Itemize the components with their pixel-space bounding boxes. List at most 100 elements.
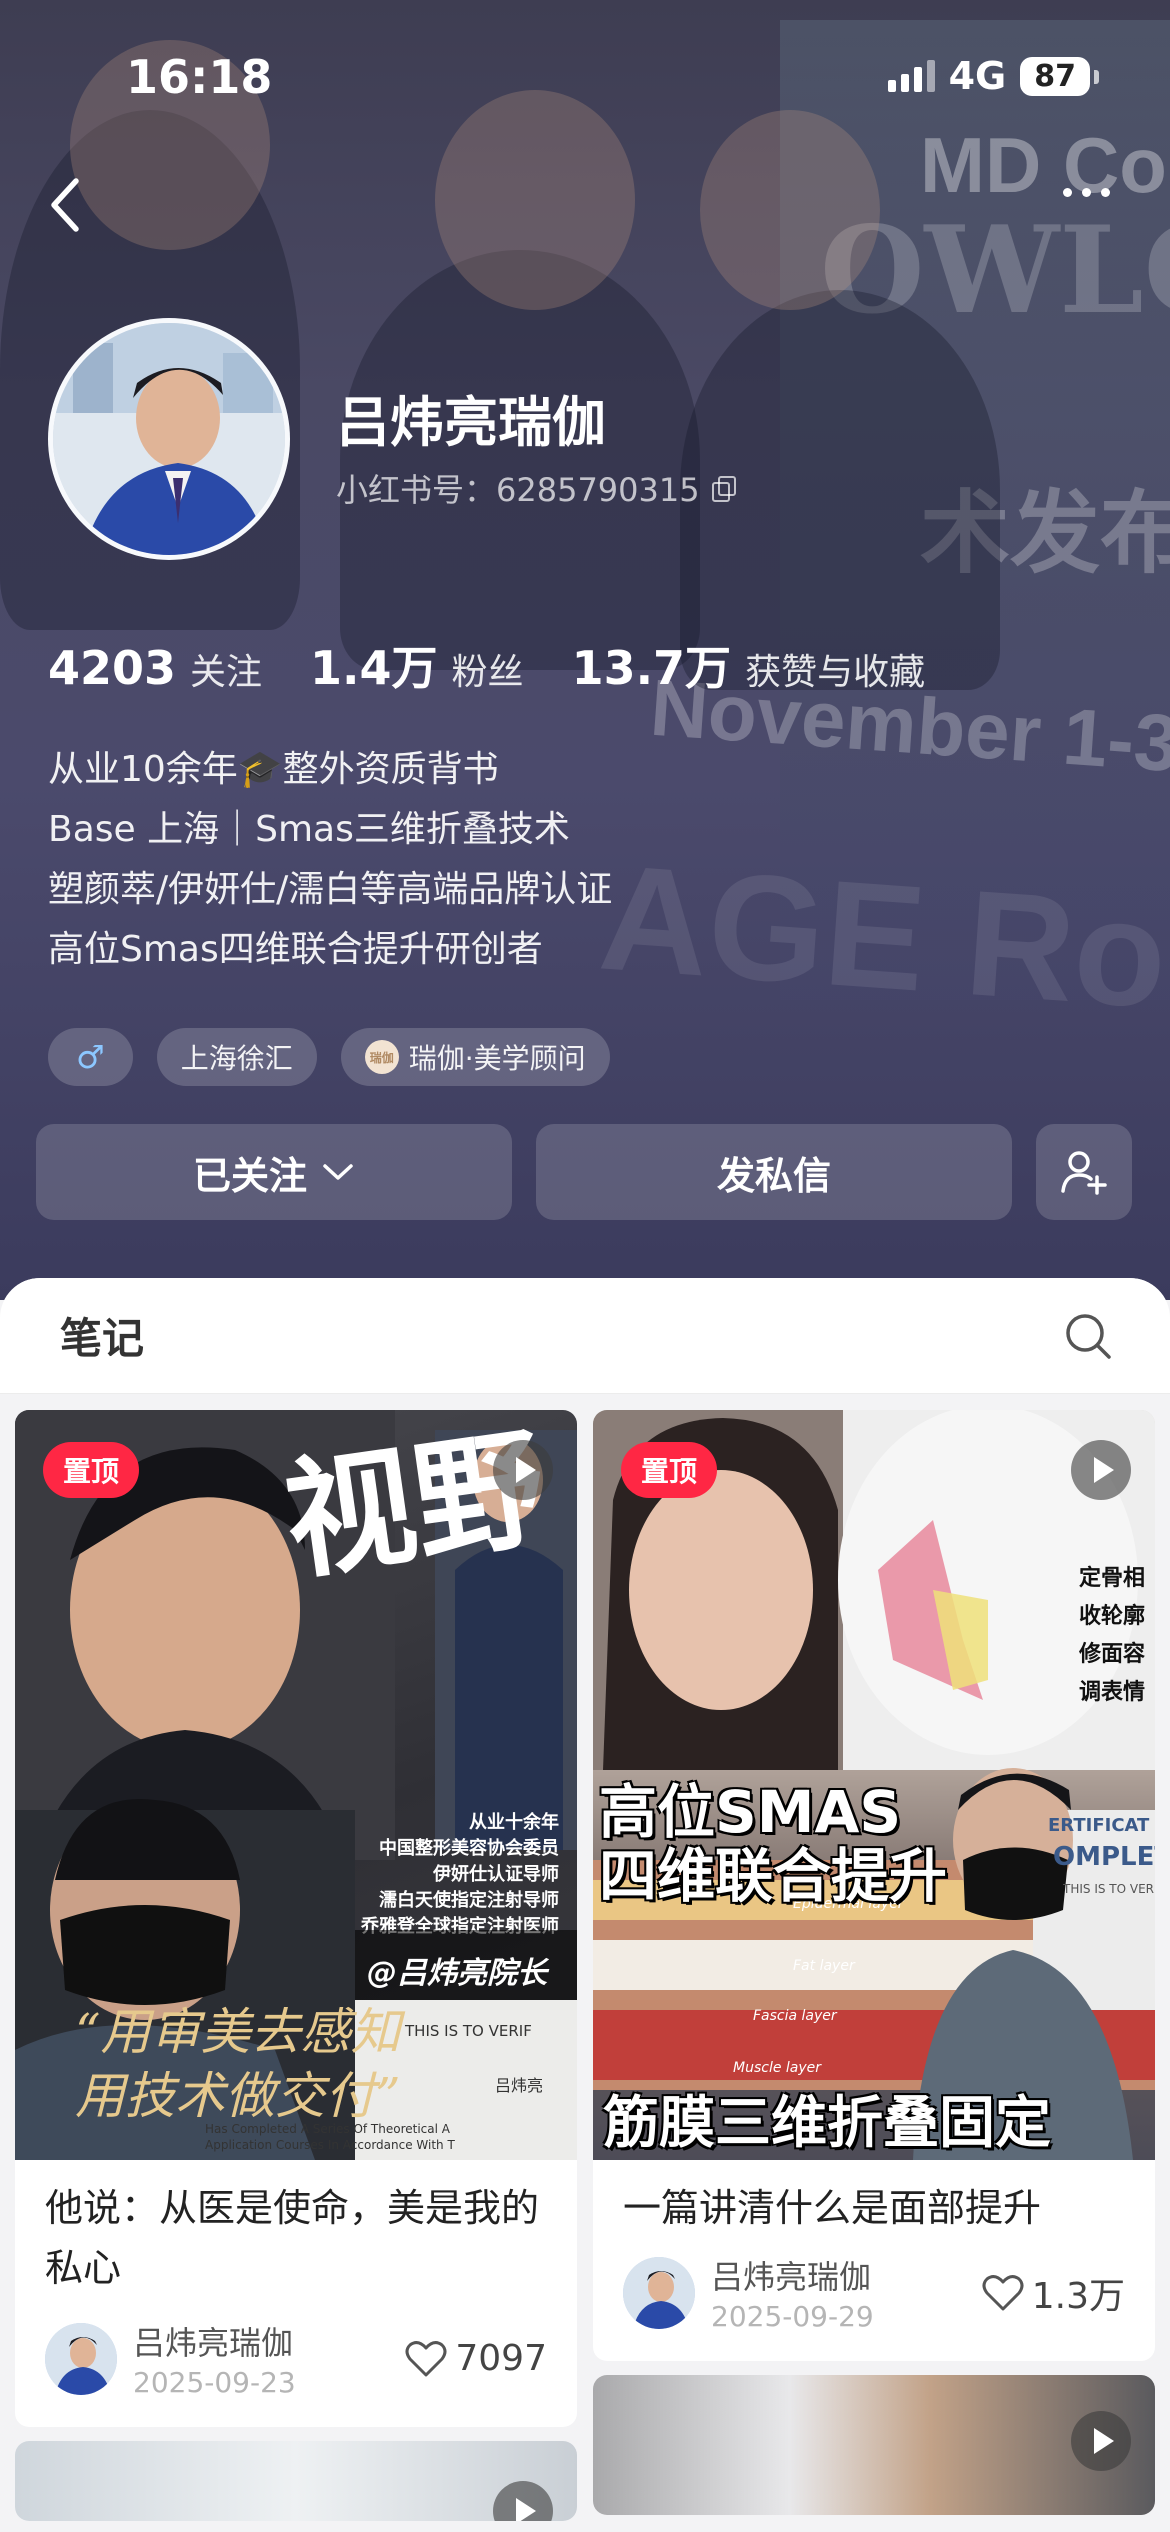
brand-tag-label: 瑞伽·美学顾问 (408, 1042, 586, 1075)
profile-stats: 4203 关注 1.4万 粉丝 13.7万 获赞与收藏 (48, 632, 925, 698)
author-name[interactable]: 吕炜亮瑞伽 (711, 2252, 982, 2298)
profile-header: MD Codes OWLO 术发布 November 1-3 AGE Ro 16… (0, 0, 1170, 1300)
like-button[interactable]: 1.3万 (982, 2267, 1125, 2319)
note-title: 他说：从医是使命，美是我的私心 (45, 2186, 540, 2290)
brand-logo-icon: 瑞伽 (364, 1040, 399, 1074)
cover-title: 高位SMAS 四维联合提升 (599, 1780, 947, 1908)
network-type: 4G (948, 54, 1007, 98)
bio-line: 从业10余年🎓整外资质背书 (48, 749, 499, 790)
pinned-badge: 置顶 (621, 1442, 718, 1498)
location-tag: 上海徐汇 (156, 1028, 317, 1086)
cover-title-line: 高位SMAS (599, 1778, 902, 1846)
cover-face-labels: 定骨相 收轮廓 修面容 调表情 (1079, 1560, 1145, 1712)
pinned-badge: 置顶 (43, 1442, 140, 1498)
cover-cert-text: Application Courses In Accordance With T (205, 2138, 455, 2152)
profile-id: 小红书号：6285790315 (336, 471, 700, 509)
message-button[interactable]: 发私信 (536, 1124, 1012, 1220)
cover-cert-name: 吕炜亮 (495, 2076, 544, 2095)
tab-notes[interactable]: 笔记 (60, 1305, 144, 1366)
stat-following[interactable]: 4203 关注 (48, 641, 262, 695)
layer-label: Muscle layer (733, 2060, 822, 2076)
face-label: 调表情 (1078, 1680, 1145, 1705)
note-card[interactable] (15, 2441, 577, 2521)
status-time: 16:18 (126, 50, 273, 104)
battery-icon: 87 (1020, 56, 1099, 96)
avatar-image (53, 323, 285, 555)
like-button[interactable]: 7097 (405, 2338, 547, 2379)
stat-likes-collects[interactable]: 13.7万 获赞与收藏 (572, 632, 926, 698)
like-count: 1.3万 (1031, 2275, 1125, 2317)
stat-followers[interactable]: 1.4万 粉丝 (310, 632, 524, 698)
note-meta: 吕炜亮瑞伽 2025-09-23 7097 (15, 2298, 577, 2427)
search-button[interactable] (1062, 1310, 1114, 1362)
layer-label: Fat layer (793, 1958, 855, 1974)
chevron-down-icon (323, 1164, 353, 1180)
notes-column-left: 视野 从业十余年 中国整形美容协会委员 伊妍仕认证导师 濡白天使指定注射导师 乔… (15, 1410, 577, 2532)
copy-icon[interactable] (711, 476, 736, 502)
note-card[interactable]: 定骨相 收轮廓 修面容 调表情 ERTIFICAT OMPLET THIS IS… (593, 1410, 1155, 2361)
note-cover: 视野 从业十余年 中国整形美容协会委员 伊妍仕认证导师 濡白天使指定注射导师 乔… (15, 1410, 577, 2160)
face-label: 定骨相 (1078, 1566, 1145, 1591)
cover-quote-line: 用技术做交付” (75, 2067, 401, 2125)
cover-cert-text: ERTIFICAT (1048, 1815, 1150, 1836)
bio-line: 塑颜萃/伊妍仕/濡白等高端品牌认证 (48, 869, 613, 910)
stat-label: 关注 (190, 652, 263, 693)
stat-value: 1.4万 (310, 641, 438, 695)
author-avatar[interactable] (45, 2322, 117, 2395)
dot-icon (1063, 188, 1072, 197)
note-card[interactable]: 视野 从业十余年 中国整形美容协会委员 伊妍仕认证导师 濡白天使指定注射导师 乔… (15, 1410, 577, 2427)
note-date: 2025-09-29 (711, 2300, 874, 2333)
cover-subtitle: 筋膜三维折叠固定 (603, 2091, 1051, 2156)
following-button[interactable]: 已关注 (36, 1124, 512, 1220)
cover-cert-text: THIS IS TO VERIF (405, 2022, 532, 2040)
note-title: 一篇讲清什么是面部提升 (623, 2186, 1042, 2230)
profile-actions: 已关注 发私信 (36, 1124, 1132, 1220)
stat-label: 获赞与收藏 (745, 652, 926, 693)
cover-handle: @吕炜亮院长 (367, 1956, 547, 1991)
profile-name: 吕炜亮瑞伽 (336, 391, 606, 454)
dot-icon (1101, 188, 1110, 197)
cover-credentials: 从业十余年 中国整形美容协会委员 伊妍仕认证导师 濡白天使指定注射导师 乔雅登全… (361, 1810, 559, 1940)
face-label: 收轮廓 (1078, 1604, 1145, 1629)
video-play-icon (493, 1440, 553, 1500)
chevron-left-icon (51, 178, 79, 232)
author-name[interactable]: 吕炜亮瑞伽 (133, 2318, 405, 2364)
add-friend-button[interactable] (1036, 1124, 1132, 1220)
more-button[interactable] (1063, 188, 1110, 197)
note-meta: 吕炜亮瑞伽 2025-09-29 1.3万 (593, 2238, 1155, 2361)
video-play-icon (1071, 2411, 1131, 2471)
cover-line: 濡白天使指定注射导师 (379, 1890, 559, 1911)
following-label: 已关注 (192, 1153, 307, 1198)
note-card[interactable] (593, 2375, 1155, 2515)
notes-column-right: 定骨相 收轮廓 修面容 调表情 ERTIFICAT OMPLET THIS IS… (593, 1410, 1155, 2529)
signal-icon (887, 60, 935, 92)
background-text: AGE Ro (594, 832, 1170, 1040)
heart-icon (405, 2340, 447, 2376)
message-label: 发私信 (716, 1153, 831, 1198)
brand-tag[interactable]: 瑞伽 瑞伽·美学顾问 (340, 1028, 610, 1086)
profile-avatar[interactable] (48, 318, 290, 560)
author-info: 吕炜亮瑞伽 2025-09-29 (711, 2252, 982, 2333)
video-play-icon (1071, 1440, 1131, 1500)
male-icon: ♂ (76, 1038, 105, 1076)
cover-title-line: 四维联合提升 (599, 1842, 948, 1910)
stat-value: 4203 (48, 641, 177, 695)
like-count: 7097 (455, 2338, 547, 2379)
background-text: MD Codes (920, 121, 1170, 209)
search-icon (1066, 1313, 1111, 1359)
stat-value: 13.7万 (571, 641, 732, 695)
cover-cert-text: OMPLET (1053, 1842, 1155, 1872)
author-avatar-image (45, 2322, 117, 2395)
author-avatar[interactable] (623, 2256, 695, 2329)
back-button[interactable] (46, 175, 106, 245)
background-face (700, 110, 880, 310)
bio-line: 高位Smas四维联合提升研创者 (48, 929, 543, 970)
dot-icon (1082, 188, 1091, 197)
note-cover: 定骨相 收轮廓 修面容 调表情 ERTIFICAT OMPLET THIS IS… (593, 1410, 1155, 2160)
bio-line: Base 上海｜Smas三维折叠技术 (48, 809, 570, 850)
cover-line: 伊妍仕认证导师 (433, 1864, 559, 1885)
author-info: 吕炜亮瑞伽 2025-09-23 (133, 2318, 405, 2399)
cover-cert-text: THIS IS TO VER (1063, 1882, 1155, 1896)
cover-line: 从业十余年 (469, 1812, 559, 1833)
notes-panel: 笔记 视野 从业十余年 中国整形美容协会委员 伊妍仕认证导师 濡白天使指定注射导… (0, 1278, 1170, 2532)
